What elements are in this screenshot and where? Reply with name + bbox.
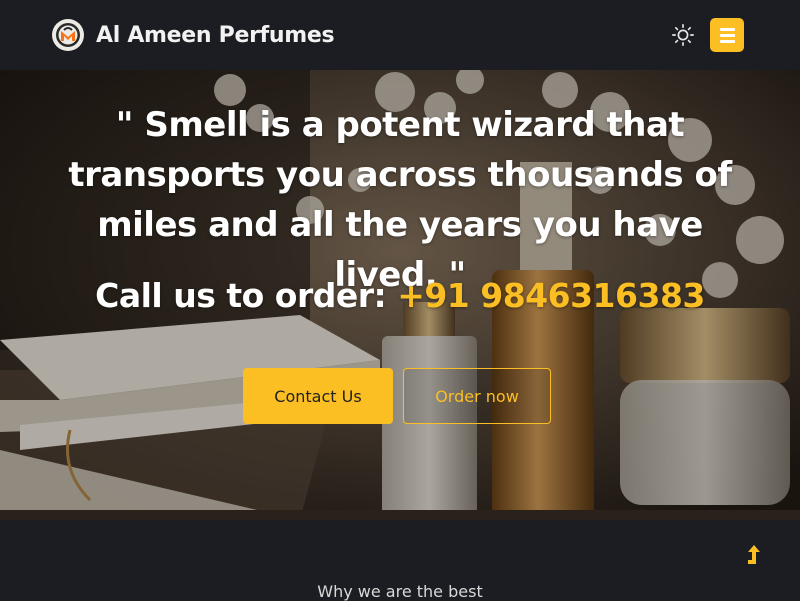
call-to-order: Call us to order: +91 9846316383: [0, 276, 800, 315]
header-actions: [670, 18, 744, 52]
arrow-up-icon[interactable]: [744, 544, 764, 566]
call-label: Call us to order:: [95, 276, 387, 315]
site-header: Al Ameen Perfumes: [0, 0, 800, 70]
hero-quote: " Smell is a potent wizard that transpor…: [68, 105, 732, 295]
order-now-button[interactable]: Order now: [403, 368, 551, 424]
contact-us-button[interactable]: Contact Us: [243, 368, 393, 424]
hamburger-menu-icon[interactable]: [710, 18, 744, 52]
section-title: Why we are the best: [317, 582, 483, 601]
hero-section: " Smell is a potent wizard that transpor…: [0, 70, 800, 520]
sun-icon[interactable]: [670, 22, 696, 48]
brand-name: Al Ameen Perfumes: [96, 22, 335, 48]
phone-link[interactable]: +91 9846316383: [397, 276, 705, 315]
brand[interactable]: Al Ameen Perfumes: [52, 19, 335, 51]
brand-logo-icon: [52, 19, 84, 51]
hero-content: " Smell is a potent wizard that transpor…: [0, 70, 800, 520]
why-best-section: Why we are the best: [0, 520, 800, 601]
